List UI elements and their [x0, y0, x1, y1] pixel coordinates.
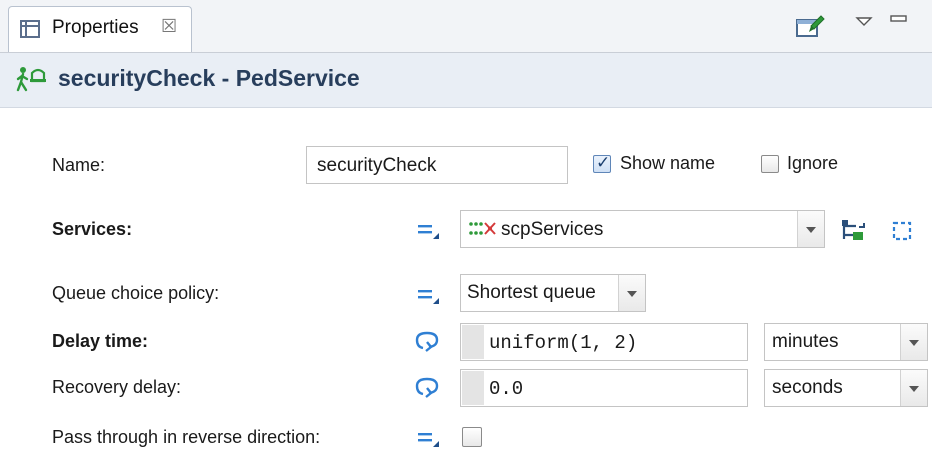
name-field[interactable]: securityCheck: [306, 146, 568, 184]
page-title: securityCheck - PedService: [58, 65, 360, 91]
services-dropdown[interactable]: scpServices: [460, 210, 825, 248]
static-value-icon[interactable]: [416, 218, 442, 242]
delay-time-value: uniform(1, 2): [489, 332, 638, 354]
static-value-icon[interactable]: [416, 283, 442, 307]
dynamic-value-icon[interactable]: [414, 374, 444, 400]
chevron-down-icon[interactable]: [797, 211, 824, 247]
show-name-checkbox[interactable]: [593, 153, 611, 173]
recovery-unit-value: seconds: [772, 377, 843, 398]
view-tab-bar: Properties ☒: [0, 0, 932, 53]
name-label: Name:: [52, 155, 106, 175]
select-area-icon[interactable]: [890, 219, 916, 243]
select-in-graph-icon[interactable]: [840, 218, 868, 244]
queue-policy-dropdown[interactable]: Shortest queue: [460, 274, 646, 312]
static-value-icon[interactable]: [416, 426, 442, 450]
ignore-label: Ignore: [787, 153, 839, 173]
recovery-delay-field[interactable]: 0.0: [460, 369, 748, 407]
pass-through-checkbox[interactable]: [462, 427, 482, 447]
minimize-icon[interactable]: [889, 12, 909, 26]
queue-policy-value: Shortest queue: [467, 282, 596, 303]
pass-through-label: Pass through in reverse direction:: [52, 427, 321, 447]
recovery-delay-value: 0.0: [489, 378, 524, 400]
services-label: Services:: [52, 219, 133, 239]
field-gutter: [462, 325, 484, 359]
ped-service-icon: [16, 67, 46, 92]
ignore-checkbox[interactable]: [761, 155, 779, 173]
delay-time-label: Delay time:: [52, 331, 149, 351]
properties-view-icon: [20, 20, 40, 38]
properties-header: securityCheck - PedService: [0, 53, 932, 108]
pin-to-selection-icon[interactable]: [794, 14, 828, 44]
delay-unit-value: minutes: [772, 331, 839, 352]
chevron-down-icon[interactable]: [900, 370, 927, 406]
tab-label: Properties: [52, 17, 139, 38]
name-field-value: securityCheck: [317, 155, 437, 176]
resource-pool-icon: [469, 222, 496, 235]
recovery-delay-label: Recovery delay:: [52, 377, 182, 397]
delay-time-field[interactable]: uniform(1, 2): [460, 323, 748, 361]
view-menu-icon[interactable]: [854, 14, 874, 28]
chevron-down-icon[interactable]: [618, 275, 645, 311]
chevron-down-icon[interactable]: [900, 324, 927, 360]
delay-unit-dropdown[interactable]: minutes: [764, 323, 928, 361]
dynamic-value-icon[interactable]: [414, 328, 444, 354]
show-name-label: Show name: [620, 153, 716, 173]
services-dropdown-value: scpServices: [501, 219, 604, 240]
close-tab-icon[interactable]: ☒: [161, 16, 177, 37]
recovery-unit-dropdown[interactable]: seconds: [764, 369, 928, 407]
properties-tab[interactable]: Properties ☒: [8, 6, 192, 52]
queue-policy-label: Queue choice policy:: [52, 283, 220, 303]
field-gutter: [462, 371, 484, 405]
